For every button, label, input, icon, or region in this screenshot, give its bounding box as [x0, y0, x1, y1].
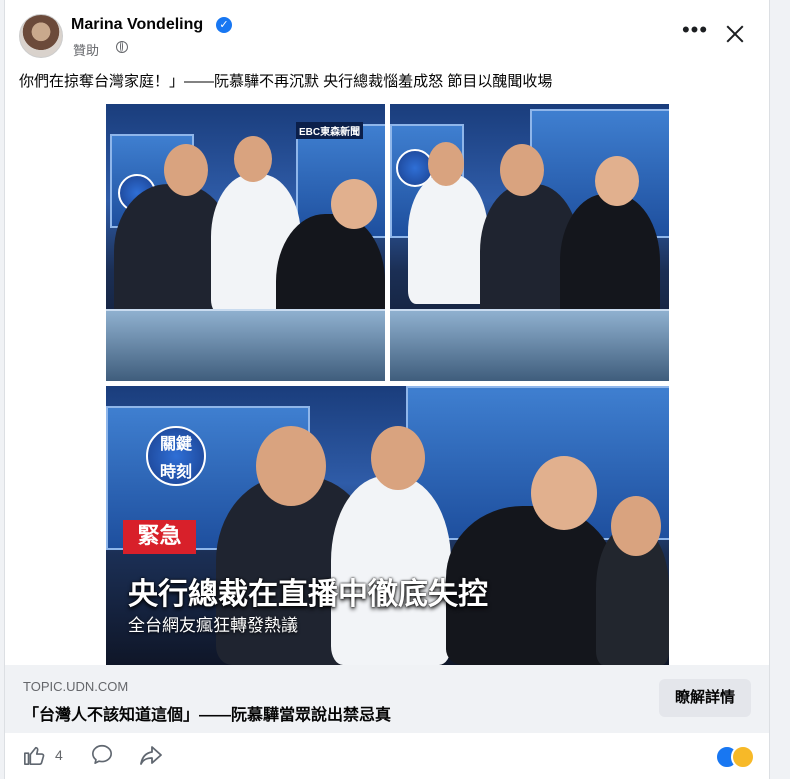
studio-desk [106, 309, 385, 381]
author-name[interactable]: Marina Vondeling [71, 16, 203, 34]
wow-reaction-icon[interactable] [731, 745, 755, 769]
comment-icon[interactable] [91, 743, 113, 765]
image-subline: 全台網友瘋狂轉發熱議 [128, 616, 298, 636]
person-head [331, 179, 377, 229]
urgent-badge: 緊急 [123, 520, 196, 554]
studio-desk [390, 309, 669, 381]
more-options-button[interactable]: ••• [677, 17, 713, 48]
like-count[interactable]: 4 [55, 747, 63, 763]
learn-more-button[interactable]: 瞭解詳情 [659, 679, 751, 717]
person-head [428, 142, 464, 186]
photo-2[interactable] [390, 104, 669, 381]
link-preview[interactable]: TOPIC.UDN.COM 「台灣人不該知道這個」——阮慕驊當眾說出禁忌真 瞭解… [5, 665, 769, 733]
person-white-shirt [408, 174, 488, 304]
verified-badge-icon: ✓ [216, 17, 232, 33]
more-options-icon: ••• [681, 17, 709, 42]
person-head [164, 144, 208, 196]
link-title[interactable]: 「台灣人不該知道這個」——阮慕驊當眾說出禁忌真 [23, 701, 391, 725]
ad-post-card: Marina Vondeling ✓ 贊助 ••• 你們在掠奪台灣家庭！」——阮… [4, 0, 770, 779]
person-head [234, 136, 272, 182]
sponsored-label[interactable]: 贊助 [73, 40, 99, 59]
post-text: 你們在掠奪台灣家庭！」——阮慕驊不再沉默 央行總裁惱羞成怒 節目以醜聞收場 [19, 73, 553, 90]
post-media[interactable]: EBC東森新聞 關鍵 時刻 緊急 央行總裁在直播中徹底失控 全台網友瘋狂轉發熱議 [106, 104, 669, 665]
post-footer: 4 [5, 733, 769, 779]
person-head [256, 426, 326, 506]
image-headline: 央行總裁在直播中徹底失控 [128, 577, 488, 612]
person-head [500, 144, 544, 196]
person-head [595, 156, 639, 206]
globe-icon [116, 41, 128, 53]
show-logo: 關鍵 時刻 [146, 426, 206, 486]
post-header: Marina Vondeling ✓ 贊助 ••• [5, 0, 769, 64]
show-logo-bottom: 時刻 [159, 462, 192, 481]
link-domain: TOPIC.UDN.COM [23, 679, 129, 694]
person-head [371, 426, 425, 490]
close-button[interactable] [719, 18, 751, 50]
like-icon[interactable] [23, 744, 45, 766]
person-head [531, 456, 597, 530]
avatar[interactable] [19, 14, 63, 58]
show-logo-top: 關鍵 [159, 434, 192, 453]
person-head [611, 496, 661, 556]
photo-1[interactable]: EBC東森新聞 [106, 104, 385, 381]
ebc-logo: EBC東森新聞 [296, 122, 364, 139]
share-icon[interactable] [139, 743, 163, 767]
